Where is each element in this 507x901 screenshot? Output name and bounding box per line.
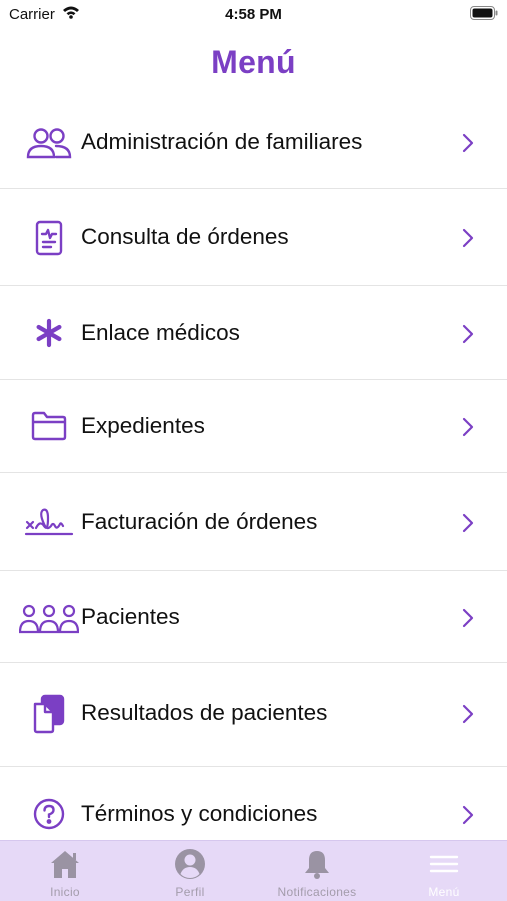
menu-item-label: Expedientes (81, 413, 205, 438)
menu-item-pacientes[interactable]: Pacientes (0, 571, 507, 663)
tab-label: Perfil (175, 885, 205, 899)
chevron-right-icon (460, 324, 476, 344)
question-icon (20, 791, 78, 837)
menu-item-enlace-medicos[interactable]: Enlace médicos (0, 286, 507, 380)
menu-item-label: Consulta de órdenes (81, 224, 289, 249)
menu-item-expedientes[interactable]: Expedientes (0, 380, 507, 473)
tab-notificaciones[interactable]: Notificaciones (254, 841, 380, 901)
folder-icon (20, 403, 78, 449)
order-document-icon (20, 215, 78, 261)
results-icon (20, 691, 78, 737)
tab-menu[interactable]: Menú (381, 841, 507, 901)
tab-inicio[interactable]: Inicio (2, 841, 128, 901)
family-icon (20, 120, 78, 166)
menu-item-consulta-ordenes[interactable]: Consulta de órdenes (0, 189, 507, 286)
menu-item-label: Resultados de pacientes (81, 700, 328, 725)
menu-item-label: Pacientes (81, 604, 180, 629)
tab-label: Inicio (50, 885, 80, 899)
signature-icon (20, 498, 78, 544)
tab-perfil[interactable]: Perfil (127, 841, 253, 901)
bell-icon (254, 848, 380, 880)
chevron-right-icon (460, 704, 476, 724)
menu-item-label: Enlace médicos (81, 320, 240, 345)
menu-item-label: Facturación de órdenes (81, 509, 318, 534)
chevron-right-icon (460, 513, 476, 533)
chevron-right-icon (460, 608, 476, 628)
tab-label: Menú (428, 885, 460, 899)
home-icon (2, 848, 128, 880)
battery-icon (470, 6, 498, 25)
menu-item-label: Administración de familiares (81, 129, 363, 154)
chevron-right-icon (460, 133, 476, 153)
hamburger-icon (381, 848, 507, 880)
menu-item-resultados-pacientes[interactable]: Resultados de pacientes (0, 663, 507, 767)
menu-item-label: Términos y condiciones (81, 801, 318, 826)
chevron-right-icon (460, 805, 476, 825)
menu-item-terminos-condiciones[interactable]: Términos y condiciones (0, 767, 507, 840)
asterisk-icon (20, 310, 78, 356)
chevron-right-icon (460, 228, 476, 248)
tab-label: Notificaciones (277, 885, 357, 899)
status-time: 4:58 PM (225, 6, 282, 23)
profile-icon (127, 848, 253, 880)
patients-icon (18, 595, 80, 641)
chevron-right-icon (460, 417, 476, 437)
status-bar: Carrier 4:58 PM (0, 0, 507, 28)
tab-bar: Inicio Perfil Notificaciones Menú (0, 840, 507, 901)
menu-item-administracion-familiares[interactable]: Administración de familiares (0, 95, 507, 189)
menu-item-facturacion-ordenes[interactable]: Facturación de órdenes (0, 473, 507, 571)
page-title: Menú (211, 44, 296, 80)
